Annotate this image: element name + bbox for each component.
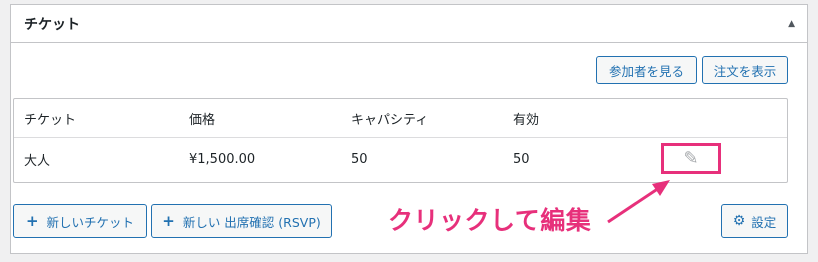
new-ticket-button[interactable]: + 新しいチケット	[13, 204, 147, 238]
ticket-price: ¥1,500.00	[189, 152, 256, 167]
new-ticket-label: 新しいチケット	[46, 214, 135, 230]
column-header-ticket: チケット	[24, 112, 77, 128]
annotation-arrow-icon	[607, 180, 670, 224]
settings-label: 設定	[751, 214, 777, 230]
settings-button[interactable]: ⚙ 設定	[721, 204, 788, 238]
annotation-text: クリックして編集	[388, 206, 592, 235]
gear-icon: ⚙	[732, 213, 746, 229]
pencil-icon: ✎	[683, 148, 699, 169]
collapse-toggle-icon[interactable]: ▲	[788, 19, 795, 29]
new-rsvp-button[interactable]: + 新しい 出席確認 (RSVP)	[151, 204, 332, 238]
column-header-capacity: キャパシティ	[351, 112, 429, 128]
new-rsvp-label: 新しい 出席確認 (RSVP)	[182, 214, 321, 230]
ticket-capacity: 50	[351, 152, 368, 167]
column-header-price: 価格	[189, 112, 216, 128]
view-attendees-button[interactable]: 参加者を見る	[596, 56, 697, 84]
view-orders-button[interactable]: 注文を表示	[702, 56, 788, 84]
column-header-available: 有効	[513, 112, 540, 128]
plus-icon: +	[162, 212, 175, 230]
table-header-row: チケット 価格 キャパシティ 有効	[14, 99, 787, 138]
ticket-available: 50	[513, 152, 530, 167]
panel-header: チケット ▲	[11, 5, 807, 43]
plus-icon: +	[25, 212, 39, 230]
ticket-name: 大人	[24, 154, 51, 169]
panel-title: チケット	[24, 16, 80, 33]
